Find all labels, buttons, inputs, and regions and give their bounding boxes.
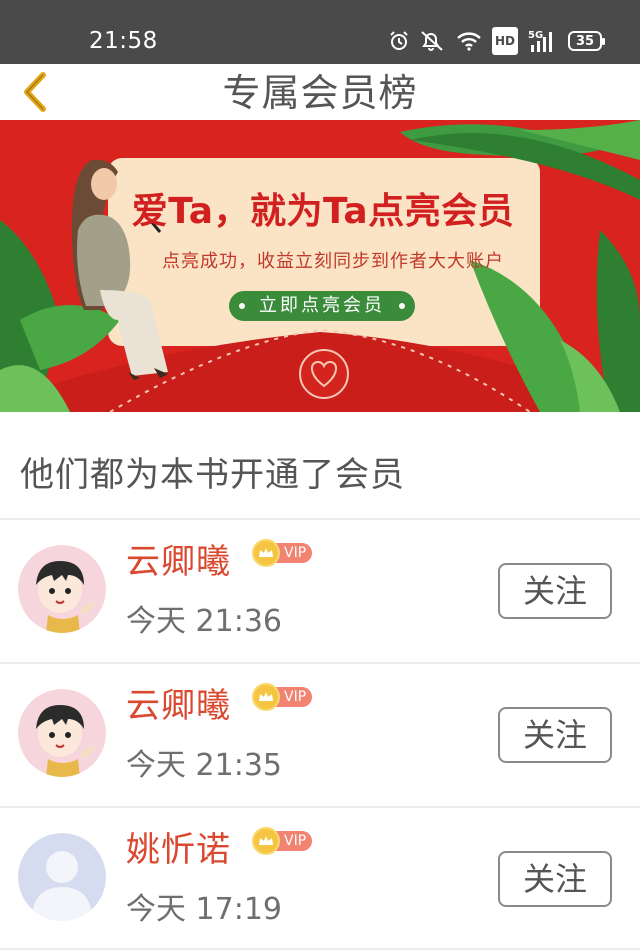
list-item[interactable]: 云卿曦 VIP 今天 21:36 关注 — [0, 520, 640, 662]
member-name[interactable]: 云卿曦 — [126, 684, 231, 728]
avatar[interactable] — [18, 833, 106, 921]
section-title: 他们都为本书开通了会员 — [20, 455, 405, 495]
vip-badge: VIP — [252, 827, 313, 855]
member-name[interactable]: 姚忻诺 — [126, 828, 231, 872]
list-item[interactable]: 姚忻诺 VIP 今天 17:19 关注 — [0, 808, 640, 950]
member-name[interactable]: 云卿曦 — [126, 540, 231, 584]
network-label: 5G — [528, 30, 543, 41]
crown-icon — [252, 539, 280, 567]
wifi-icon — [456, 27, 482, 55]
page-title: 专属会员榜 — [222, 71, 418, 115]
hd-icon: HD — [491, 27, 518, 55]
banner-subtitle: 点亮成功，收益立刻同步到作者大大账户 — [162, 251, 504, 272]
status-icons: HD 5G 35 — [388, 26, 605, 56]
default-user-avatar-icon — [18, 833, 106, 921]
join-time: 今天 17:19 — [126, 892, 282, 927]
cartoon-girl-avatar-icon — [18, 689, 106, 777]
crown-icon — [252, 683, 280, 711]
join-time: 今天 21:36 — [126, 604, 282, 639]
join-time: 今天 21:35 — [126, 748, 282, 783]
crown-icon — [252, 827, 280, 855]
cartoon-girl-avatar-icon — [18, 545, 106, 633]
banner-title: 爱Ta，就为Ta点亮会员 — [131, 191, 515, 232]
light-up-member-button[interactable]: 立即点亮会员 — [229, 291, 415, 321]
battery-level: 35 — [575, 33, 595, 49]
status-time: 21:58 — [89, 28, 158, 54]
member-promo-banner[interactable]: 爱Ta，就为Ta点亮会员 点亮成功，收益立刻同步到作者大大账户 立即点亮会员 — [0, 120, 640, 412]
avatar[interactable] — [18, 545, 106, 633]
follow-button[interactable]: 关注 — [498, 707, 612, 763]
vip-badge: VIP — [252, 539, 313, 567]
list-item[interactable]: 云卿曦 VIP 今天 21:35 关注 — [0, 664, 640, 806]
avatar[interactable] — [18, 689, 106, 777]
status-bar: 21:58 HD 5G 35 — [0, 0, 640, 64]
alarm-icon — [388, 27, 410, 55]
follow-button[interactable]: 关注 — [498, 851, 612, 907]
mute-icon — [420, 27, 446, 55]
follow-button[interactable]: 关注 — [498, 563, 612, 619]
battery-icon: 35 — [568, 31, 605, 51]
header: 专属会员榜 — [0, 64, 640, 120]
signal-5g-icon: 5G — [528, 27, 558, 55]
vip-badge: VIP — [252, 683, 313, 711]
